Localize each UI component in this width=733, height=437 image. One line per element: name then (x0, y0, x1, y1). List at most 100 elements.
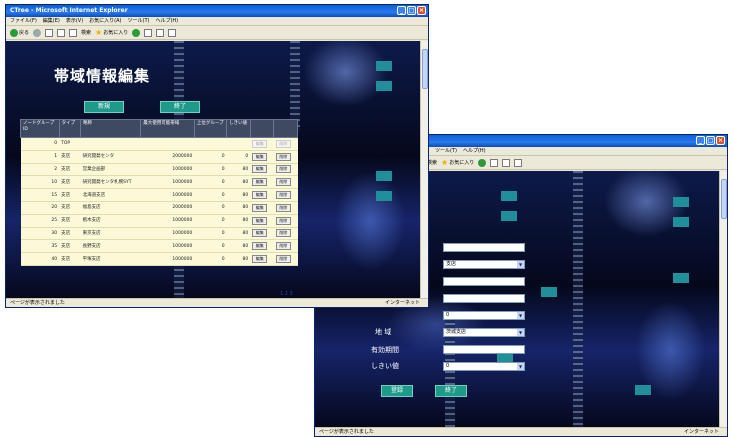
menu-edit[interactable]: 編集(E) (43, 17, 60, 25)
zone-text: インターネット (683, 429, 719, 435)
edit-icon[interactable] (514, 158, 523, 167)
menu-file[interactable]: ファイル(F) (10, 17, 37, 25)
chevron-down-icon: ▼ (517, 312, 524, 319)
form-field-1[interactable] (443, 243, 525, 252)
close-button[interactable]: × (716, 136, 725, 145)
delete-button[interactable]: 削除 (275, 216, 291, 225)
cell-parent-group: 0 (194, 214, 227, 228)
home-icon[interactable] (69, 28, 78, 37)
delete-button[interactable]: 削除 (275, 191, 291, 200)
edit-button[interactable]: 編集 (252, 229, 268, 238)
film-strip-decoration (290, 41, 300, 131)
cell-delete: 削除 (273, 137, 298, 151)
delete-button[interactable]: 削除 (275, 165, 291, 174)
delete-button[interactable]: 削除 (275, 229, 291, 238)
scroll-thumb[interactable] (721, 179, 727, 219)
cell-threshold: 80 (226, 227, 251, 241)
cell-node-group-id: 35 (20, 239, 60, 254)
refresh-icon[interactable] (57, 28, 66, 37)
media-icon[interactable] (132, 28, 141, 37)
close-button[interactable]: × (417, 6, 426, 15)
print-icon[interactable] (502, 158, 511, 167)
menu-help[interactable]: ヘルプ(H) (463, 147, 486, 155)
mail-icon[interactable] (144, 28, 153, 37)
edit-button[interactable]: 編集 (252, 152, 268, 161)
edit-button[interactable]: 編集 (252, 203, 268, 212)
parent-group-select[interactable]: 0 ▼ (443, 311, 525, 320)
maximize-button[interactable]: □ (706, 136, 715, 145)
window-title: CTree - Microsoft Internet Explorer (10, 7, 128, 14)
teal-block-decoration (673, 273, 689, 283)
edit-button[interactable]: 編集 (252, 216, 268, 225)
cell-type: 支店 (59, 175, 81, 190)
forward-arrow-icon[interactable] (33, 28, 42, 37)
delete-button[interactable]: 削除 (275, 178, 291, 187)
scroll-thumb[interactable] (422, 49, 428, 89)
cell-max-bandwidth: 1000000 (140, 175, 195, 190)
threshold-select[interactable]: 0 ▼ (443, 362, 525, 371)
type-select[interactable]: 支店 ▼ (443, 260, 525, 269)
cell-delete: 削除 (273, 252, 298, 266)
table-row: 20 支店 福島支店 2000000 0 80 編集 削除 (20, 201, 298, 215)
delete-button[interactable]: 削除 (275, 152, 291, 161)
status-bar: ページが表示されました インターネット (6, 298, 428, 307)
back-button[interactable]: 戻る (10, 28, 30, 37)
edit-icon[interactable] (168, 28, 177, 37)
pagination[interactable]: 1 2 3 (280, 291, 293, 297)
delete-button[interactable]: 削除 (275, 242, 291, 251)
menu-view[interactable]: 表示(V) (66, 17, 83, 25)
delete-button: 削除 (275, 139, 291, 148)
menu-tools[interactable]: ツール(T) (435, 147, 457, 155)
col-header-delete (273, 119, 298, 138)
menu-help[interactable]: ヘルプ(H) (155, 17, 178, 25)
mail-icon[interactable] (490, 158, 499, 167)
edit-button[interactable]: 編集 (252, 178, 268, 187)
new-button[interactable]: 新規 (84, 101, 124, 113)
menu-favorites[interactable]: お気に入り(A) (89, 17, 121, 25)
cell-delete: 削除 (273, 239, 298, 254)
end-button[interactable]: 終了 (435, 385, 467, 397)
cell-max-bandwidth: 2000000 (140, 150, 195, 164)
media-icon[interactable] (478, 158, 487, 167)
edit-button[interactable]: 編集 (252, 242, 268, 251)
table-row: 35 支店 長野支店 1000000 0 80 編集 削除 (20, 239, 298, 254)
form-field-3[interactable] (443, 277, 525, 286)
back-label: 戻る (19, 30, 30, 36)
cell-type: 支店 (59, 239, 81, 254)
status-text: ページが表示されました (10, 300, 65, 306)
teal-block-decoration (376, 81, 392, 91)
star-icon: ★ (95, 28, 103, 37)
delete-button[interactable]: 削除 (275, 255, 291, 264)
edit-button[interactable]: 編集 (252, 165, 268, 174)
maximize-button[interactable]: □ (407, 6, 416, 15)
print-icon[interactable] (156, 28, 165, 37)
cell-max-bandwidth: 2000000 (140, 201, 195, 215)
col-header-edit (249, 119, 275, 138)
stop-icon[interactable] (45, 28, 54, 37)
favorites-toolbar-button[interactable]: ★ お気に入り (95, 28, 128, 37)
cell-edit: 編集 (250, 201, 274, 215)
cell-delete: 削除 (273, 227, 298, 241)
minimize-button[interactable]: _ (696, 136, 705, 145)
cell-node-group-id: 15 (20, 188, 60, 202)
minimize-button[interactable]: _ (397, 6, 406, 15)
page-title: 帯域情報編集 (54, 67, 151, 85)
table-row: 2 支店 営業企画部 1000000 0 80 編集 削除 (20, 163, 298, 177)
search-toolbar-button[interactable]: 検索 (81, 29, 91, 36)
vertical-scrollbar[interactable] (420, 41, 428, 298)
menu-tools[interactable]: ツール(T) (128, 17, 150, 25)
valid-period-field[interactable] (443, 345, 525, 354)
form-field-4[interactable] (443, 294, 525, 303)
edit-button[interactable]: 編集 (252, 255, 268, 264)
toolbar: 戻る 検索 ★ お気に入り (6, 26, 428, 40)
edit-button[interactable]: 編集 (252, 191, 268, 200)
vertical-scrollbar[interactable] (719, 171, 727, 427)
end-button[interactable]: 終了 (160, 101, 200, 113)
register-button[interactable]: 登録 (381, 385, 413, 397)
region-label: 地 域 (375, 328, 392, 336)
teal-block-decoration (673, 217, 689, 227)
cell-max-bandwidth: 1000000 (140, 214, 195, 228)
delete-button[interactable]: 削除 (275, 203, 291, 212)
region-select[interactable]: 茨城支店 ▼ (443, 328, 525, 337)
favorites-toolbar-button[interactable]: ★ お気に入り (441, 158, 474, 167)
